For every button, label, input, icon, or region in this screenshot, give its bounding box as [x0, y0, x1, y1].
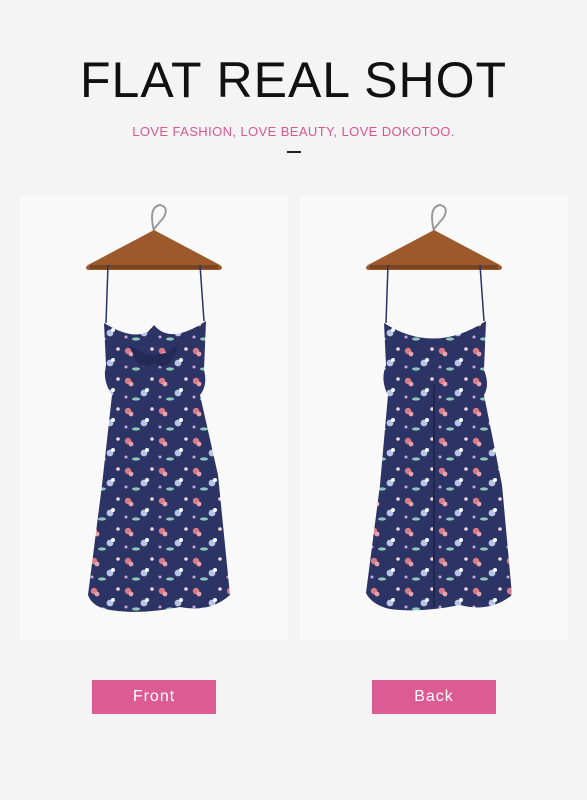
back-view-button[interactable]: Back: [372, 680, 496, 714]
hanger-icon: [366, 203, 502, 270]
hanger-icon: [86, 203, 222, 270]
front-view-button[interactable]: Front: [92, 680, 216, 714]
back-dress-photo: [300, 195, 568, 640]
page-subtitle: LOVE FASHION, LOVE BEAUTY, LOVE DOKOTOO.: [132, 124, 455, 139]
page-title: FLAT REAL SHOT: [79, 52, 508, 108]
front-dress-photo: [20, 195, 288, 640]
title-divider: [287, 151, 301, 153]
